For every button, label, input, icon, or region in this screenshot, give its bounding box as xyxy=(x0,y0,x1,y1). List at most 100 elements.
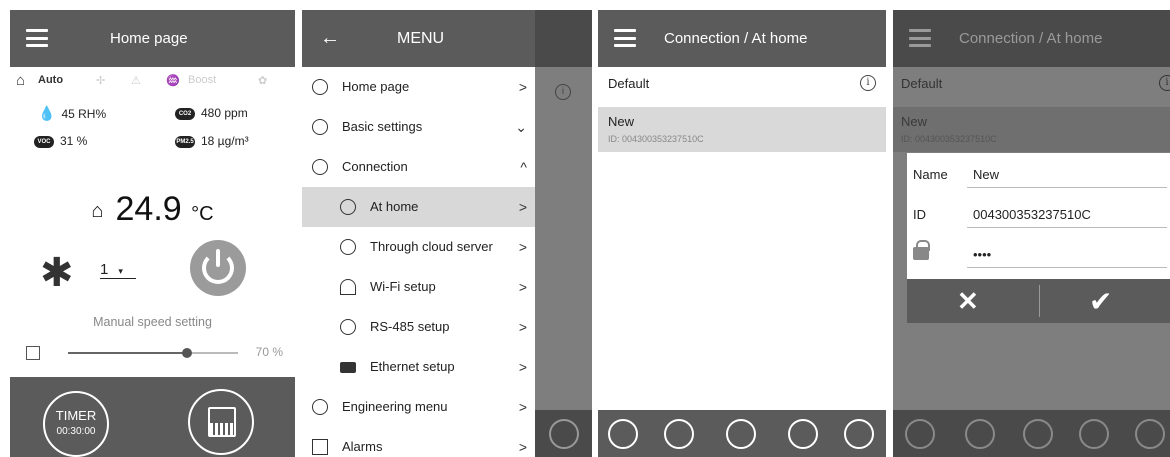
delete-icon xyxy=(1079,419,1109,449)
edit-connection-dialog: Name New ID 004300353237510C •••• ✕ ✔ xyxy=(907,153,1170,323)
menu-item-alarms[interactable]: Alarms > xyxy=(302,427,535,457)
menu-item-wifi-setup[interactable]: Wi-Fi setup > xyxy=(302,267,535,307)
device-name: New xyxy=(608,114,635,129)
manual-speed-label: Manual speed setting xyxy=(93,315,212,329)
default-label: Default xyxy=(901,76,943,91)
edit-icon[interactable] xyxy=(726,419,756,449)
id-row: ID 004300353237510C xyxy=(907,193,1170,233)
menu-title: MENU xyxy=(397,30,445,47)
name-field[interactable]: New xyxy=(973,167,999,182)
menu-icon[interactable] xyxy=(614,29,636,47)
menu-item-connection[interactable]: Connection ^ xyxy=(302,147,535,187)
menu-item-label: Basic settings xyxy=(342,119,423,134)
speed-percent: 70 % xyxy=(255,345,283,359)
temperature-display: ⌂ 24.9 °C xyxy=(10,190,295,229)
pm25-reading: PM2.5 18 µg/m³ xyxy=(175,134,249,148)
home-mode-icon[interactable]: ⌂ xyxy=(16,72,25,89)
name-row: Name New xyxy=(907,153,1170,193)
auto-mode-label[interactable]: Auto xyxy=(38,74,63,86)
settings-icon xyxy=(1135,419,1165,449)
confirm-icon[interactable]: ✔ xyxy=(1089,285,1112,318)
control-bar: TIMER 00:30:00 xyxy=(10,377,295,457)
edit-icon xyxy=(1023,419,1053,449)
default-label: Default xyxy=(608,76,650,91)
chevron-right-icon: > xyxy=(518,359,527,375)
connection-screen: Connection / At home Default i New ID: 0… xyxy=(598,10,886,457)
delete-icon[interactable] xyxy=(788,419,818,449)
home-thermometer-icon: ⌂ xyxy=(91,199,104,222)
speed-slider[interactable] xyxy=(68,348,238,358)
menu-item-ethernet-setup[interactable]: Ethernet setup > xyxy=(302,347,535,387)
menu-item-label: RS-485 setup xyxy=(370,319,450,334)
menu-icon[interactable] xyxy=(26,29,48,47)
manual-speed-checkbox[interactable] xyxy=(26,346,40,360)
voc-icon: VOC xyxy=(34,135,54,148)
id-field[interactable]: 004300353237510C xyxy=(973,207,1091,222)
chevron-down-icon: ⌄ xyxy=(515,119,527,135)
dimmed-bottombar xyxy=(535,410,592,457)
fan-mode-icon[interactable]: ✢ xyxy=(96,74,105,87)
heat-icon[interactable]: ♒ xyxy=(166,74,180,87)
voc-value: 31 % xyxy=(60,134,88,148)
menu-item-basic-settings[interactable]: Basic settings ⌄ xyxy=(302,107,535,147)
home-icon xyxy=(312,79,328,95)
settings-icon[interactable] xyxy=(844,419,874,449)
boost-mode-label[interactable]: Boost xyxy=(188,74,216,86)
timer-button[interactable]: TIMER 00:30:00 xyxy=(43,391,109,457)
menu-item-label: Engineering menu xyxy=(342,399,448,414)
menu-item-cloud-server[interactable]: Through cloud server > xyxy=(302,227,535,267)
menu-item-label: At home xyxy=(370,199,419,214)
chevron-right-icon: > xyxy=(518,79,527,95)
humidity-icon: 💧 xyxy=(38,105,56,121)
party-mode-icon[interactable]: ✿ xyxy=(258,74,267,87)
dialog-actions: ✕ ✔ xyxy=(907,279,1170,323)
power-button[interactable] xyxy=(190,240,246,296)
chevron-right-icon: > xyxy=(518,319,527,335)
action-bar xyxy=(598,410,886,457)
calendar-clock-icon xyxy=(208,407,236,437)
dropdown-arrow-icon: ▾ xyxy=(118,266,123,276)
password-row: •••• xyxy=(907,233,1170,273)
chevron-right-icon: > xyxy=(518,199,527,215)
cancel-icon[interactable]: ✕ xyxy=(957,286,979,317)
page-title: Home page xyxy=(110,30,188,47)
add-icon[interactable] xyxy=(608,419,638,449)
info-icon[interactable]: i xyxy=(860,75,876,91)
chevron-right-icon: > xyxy=(518,279,527,295)
search-icon xyxy=(965,419,995,449)
device-id: ID: 004300353237510C xyxy=(608,134,704,144)
search-icon[interactable] xyxy=(664,419,694,449)
page-title: Connection / At home xyxy=(664,30,808,47)
back-arrow-icon[interactable]: ← xyxy=(320,10,340,67)
navigation-drawer: ← MENU Home page > Basic settings ⌄ Conn… xyxy=(302,10,535,457)
menu-item-home-page[interactable]: Home page > xyxy=(302,67,535,107)
connection-icon xyxy=(312,159,328,175)
pm25-icon: PM2.5 xyxy=(175,135,195,148)
action-bar-dimmed xyxy=(893,410,1170,457)
menu-item-rs485-setup[interactable]: RS-485 setup > xyxy=(302,307,535,347)
wrench-icon xyxy=(312,399,328,415)
add-icon xyxy=(905,419,935,449)
satellite-icon xyxy=(340,239,356,255)
info-icon: i xyxy=(1159,75,1170,91)
password-field[interactable]: •••• xyxy=(973,247,991,262)
name-label: Name xyxy=(913,167,948,182)
pm25-value: 18 µg/m³ xyxy=(201,134,249,148)
list-item-new[interactable]: New ID: 004300353237510C xyxy=(598,107,886,152)
fan-speed-select[interactable]: 1 ▾ xyxy=(100,261,136,279)
menu-item-at-home[interactable]: At home > xyxy=(302,187,535,227)
id-label: ID xyxy=(913,207,926,222)
schedule-button[interactable] xyxy=(188,389,254,455)
menu-item-label: Home page xyxy=(342,79,410,94)
lock-icon xyxy=(913,240,930,260)
menu-item-engineering[interactable]: Engineering menu > xyxy=(302,387,535,427)
dimmed-topbar xyxy=(535,10,592,67)
wifi-icon xyxy=(340,279,356,295)
list-item-default[interactable]: Default xyxy=(608,76,876,91)
home-icon xyxy=(340,199,356,215)
menu-screen: i ← MENU Home page > Basic settings ⌄ Co… xyxy=(302,10,592,457)
menu-item-label: Ethernet setup xyxy=(370,359,455,374)
voc-reading: VOC 31 % xyxy=(34,134,87,148)
alert-icon xyxy=(312,439,328,455)
speed-slider-handle[interactable] xyxy=(182,348,192,358)
